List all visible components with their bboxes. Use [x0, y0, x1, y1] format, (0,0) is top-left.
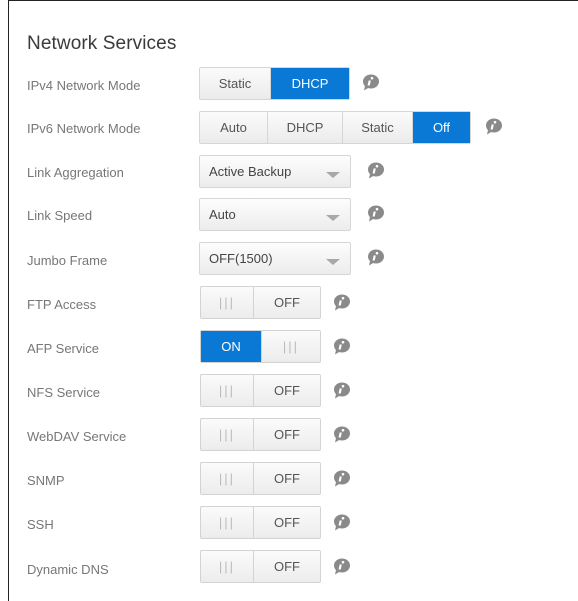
ipv6-option-off[interactable]: Off [413, 112, 470, 143]
snmp-toggle[interactable]: ||| OFF [200, 462, 321, 495]
jumbo-frame-value: OFF(1500) [209, 251, 273, 266]
chevron-down-icon [326, 215, 340, 221]
ipv6-option-auto[interactable]: Auto [200, 112, 268, 143]
info-icon[interactable] [333, 382, 351, 399]
link-speed-dropdown[interactable]: Auto [199, 198, 351, 231]
afp-service-toggle[interactable]: ON ||| [200, 330, 321, 363]
ipv6-option-dhcp[interactable]: DHCP [268, 112, 343, 143]
toggle-grip: ||| [218, 295, 236, 310]
ipv6-option-static[interactable]: Static [343, 112, 413, 143]
ipv4-mode-selector: Static DHCP [199, 67, 350, 100]
toggle-state: OFF [253, 507, 320, 538]
info-icon[interactable] [333, 338, 351, 355]
info-icon[interactable] [333, 294, 351, 311]
ipv6-mode-selector: Auto DHCP Static Off [199, 111, 471, 144]
jumbo-frame-label: Jumbo Frame [27, 253, 108, 268]
nfs-service-label: NFS Service [27, 385, 100, 400]
chevron-down-icon [326, 172, 340, 178]
ssh-label: SSH [27, 517, 54, 532]
toggle-grip: ||| [218, 515, 236, 530]
dynamic-dns-label: Dynamic DNS [27, 562, 109, 577]
link-aggregation-value: Active Backup [209, 164, 292, 179]
info-icon[interactable] [367, 205, 385, 222]
info-icon[interactable] [362, 74, 380, 91]
info-icon[interactable] [367, 162, 385, 179]
toggle-grip: ||| [218, 427, 236, 442]
page-title: Network Services [27, 33, 177, 54]
link-aggregation-label: Link Aggregation [27, 165, 124, 180]
toggle-state: ON [201, 331, 261, 362]
ipv6-mode-label: IPv6 Network Mode [27, 121, 141, 136]
link-aggregation-dropdown[interactable]: Active Backup [199, 155, 351, 188]
ftp-access-toggle[interactable]: ||| OFF [200, 286, 321, 319]
webdav-service-label: WebDAV Service [27, 429, 127, 444]
ipv4-option-dhcp[interactable]: DHCP [271, 68, 349, 99]
chevron-down-icon [326, 259, 340, 265]
toggle-grip: ||| [218, 471, 236, 486]
ssh-toggle[interactable]: ||| OFF [200, 506, 321, 539]
info-icon[interactable] [367, 249, 385, 266]
ipv4-mode-label: IPv4 Network Mode [27, 78, 141, 93]
ipv4-option-static[interactable]: Static [200, 68, 271, 99]
info-icon[interactable] [485, 118, 503, 135]
ftp-access-label: FTP Access [27, 297, 97, 312]
info-icon[interactable] [333, 470, 351, 487]
toggle-state: OFF [253, 551, 320, 582]
afp-service-label: AFP Service [27, 341, 100, 356]
info-icon[interactable] [333, 558, 351, 575]
snmp-label: SNMP [27, 473, 65, 488]
nfs-service-toggle[interactable]: ||| OFF [200, 374, 321, 407]
toggle-state: OFF [253, 419, 320, 450]
info-icon[interactable] [333, 514, 351, 531]
info-icon[interactable] [333, 426, 351, 443]
dynamic-dns-toggle[interactable]: ||| OFF [200, 550, 321, 583]
toggle-state: OFF [253, 463, 320, 494]
toggle-state: OFF [253, 375, 320, 406]
toggle-state: OFF [253, 287, 320, 318]
webdav-service-toggle[interactable]: ||| OFF [200, 418, 321, 451]
toggle-grip: ||| [261, 331, 320, 362]
link-speed-label: Link Speed [27, 208, 93, 223]
toggle-grip: ||| [218, 383, 236, 398]
toggle-grip: ||| [218, 559, 236, 574]
link-speed-value: Auto [209, 207, 236, 222]
jumbo-frame-dropdown[interactable]: OFF(1500) [199, 242, 351, 275]
